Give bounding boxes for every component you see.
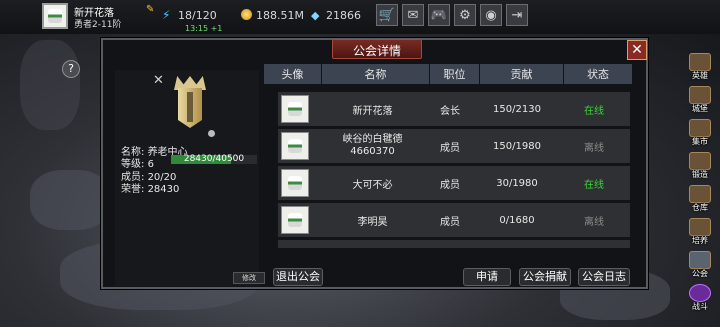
member-avatar[interactable] bbox=[281, 206, 309, 234]
table-row[interactable]: 新开花落 会长 150/2130 在线 bbox=[278, 92, 630, 126]
col-role: 职位 bbox=[430, 64, 480, 84]
player-rank: 勇者2-11阶 bbox=[74, 20, 122, 30]
side-label: 锻造 bbox=[692, 170, 708, 179]
shop-icon[interactable]: 🛒 bbox=[376, 4, 398, 26]
member-name: 新开花落 bbox=[352, 105, 393, 117]
member-role: 成员 bbox=[440, 179, 460, 191]
table-row[interactable]: 李明昊 成员 0/1680 离线 bbox=[278, 203, 630, 237]
guild-icon bbox=[689, 251, 711, 269]
col-contribution: 贡献 bbox=[480, 64, 564, 84]
guild-exp-bar: 28430/40500 bbox=[171, 154, 257, 164]
castle-icon bbox=[689, 86, 711, 104]
side-label: 集市 bbox=[692, 137, 708, 146]
gamepad-icon[interactable]: 🎮 bbox=[428, 4, 450, 26]
table-row[interactable]: 峡谷的白毽德 4660370 成员 150/1980 离线 bbox=[278, 129, 630, 163]
side-label: 英雄 bbox=[692, 71, 708, 80]
member-status: 离线 bbox=[584, 216, 604, 228]
side-btn-market[interactable]: 集市 bbox=[686, 118, 714, 148]
gold-coin-icon bbox=[241, 9, 252, 20]
energy-timer: 13:15 +1 bbox=[185, 24, 223, 33]
member-status: 在线 bbox=[584, 179, 604, 191]
member-table-header: 头像 名称 职位 贡献 状态 bbox=[264, 64, 632, 84]
battle-icon bbox=[689, 284, 711, 302]
side-btn-castle[interactable]: 城堡 bbox=[686, 85, 714, 115]
side-btn-warehouse[interactable]: 仓库 bbox=[686, 184, 714, 214]
member-role: 成员 bbox=[440, 216, 460, 228]
table-row[interactable]: 大可不必 成员 30/1980 在线 bbox=[278, 166, 630, 200]
side-label: 培养 bbox=[692, 236, 708, 245]
mail-icon[interactable]: ✉ bbox=[402, 4, 424, 26]
top-status-bar: 新开花落 勇者2-11阶 ✎ ⚡ 18/120 13:15 +1 188.51M… bbox=[0, 0, 720, 34]
member-role: 成员 bbox=[440, 142, 460, 154]
energy-icon: ⚡ bbox=[162, 8, 171, 22]
side-btn-forge[interactable]: 锻造 bbox=[686, 151, 714, 181]
guild-details-dialog: 公会详情 ✕ ✕ 名称: 养老中心 等级: 6 28430/40500 成员: … bbox=[101, 38, 648, 289]
member-name: 李明昊 bbox=[357, 216, 388, 228]
side-btn-train[interactable]: 培养 bbox=[686, 217, 714, 247]
gold-value: 188.51M bbox=[256, 9, 304, 22]
side-label: 公会 bbox=[692, 269, 708, 278]
gem-value: 21866 bbox=[326, 9, 361, 22]
guild-honor: 28430 bbox=[147, 184, 180, 195]
col-avatar: 头像 bbox=[264, 64, 322, 84]
donate-button[interactable]: 公会捐献 bbox=[519, 268, 571, 286]
dialog-title-banner: 公会详情 bbox=[332, 39, 422, 59]
col-name: 名称 bbox=[322, 64, 430, 84]
member-avatar[interactable] bbox=[281, 95, 309, 123]
guild-honor-row: 荣誉: 28430 bbox=[121, 180, 179, 195]
hero-icon bbox=[689, 53, 711, 71]
market-icon bbox=[689, 119, 711, 137]
member-contribution: 150/1980 bbox=[493, 140, 541, 152]
guild-log-button[interactable]: 公会日志 bbox=[578, 268, 630, 286]
side-btn-guild[interactable]: 公会 bbox=[686, 250, 714, 280]
member-role: 会长 bbox=[440, 105, 460, 117]
train-icon bbox=[689, 218, 711, 236]
energy-value: 18/120 bbox=[178, 9, 217, 22]
side-label: 城堡 bbox=[692, 104, 708, 113]
guild-info-card: ✕ 名称: 养老中心 等级: 6 28430/40500 成员: 20/20 荣… bbox=[115, 70, 265, 286]
leave-guild-button[interactable]: 退出公会 bbox=[273, 268, 323, 286]
member-name: 大可不必 bbox=[352, 179, 393, 191]
table-row-partial bbox=[278, 240, 630, 248]
guild-emblem-icon bbox=[170, 76, 215, 140]
member-contribution: 150/2130 bbox=[493, 103, 541, 115]
side-label: 战斗 bbox=[692, 302, 708, 311]
guild-honor-label: 荣誉: bbox=[121, 184, 145, 195]
member-contribution: 30/1980 bbox=[496, 177, 538, 189]
color-wheel-icon[interactable]: ◉ bbox=[480, 4, 502, 26]
member-name: 峡谷的白毽德 4660370 bbox=[342, 134, 403, 157]
guild-exp-text: 28430/40500 bbox=[183, 154, 245, 164]
member-avatar[interactable] bbox=[281, 132, 309, 160]
player-avatar[interactable] bbox=[42, 3, 68, 29]
warehouse-icon bbox=[689, 185, 711, 203]
help-icon[interactable]: ? bbox=[62, 60, 80, 78]
side-label: 仓库 bbox=[692, 203, 708, 212]
forge-icon bbox=[689, 152, 711, 170]
edit-icon[interactable]: ✎ bbox=[146, 4, 154, 15]
apply-button[interactable]: 申请 bbox=[463, 268, 511, 286]
gear-icon[interactable]: ⚙ bbox=[454, 4, 476, 26]
member-contribution: 0/1680 bbox=[499, 214, 535, 226]
exit-icon[interactable]: ⇥ bbox=[506, 4, 528, 26]
dialog-title: 公会详情 bbox=[352, 44, 401, 58]
member-status: 离线 bbox=[584, 142, 604, 154]
close-icon[interactable]: ✕ bbox=[627, 40, 647, 60]
side-btn-hero[interactable]: 英雄 bbox=[686, 52, 714, 82]
modify-button[interactable]: 修改 bbox=[233, 272, 265, 284]
col-status: 状态 bbox=[564, 64, 632, 84]
member-table-body[interactable]: 新开花落 会长 150/2130 在线 峡谷的白毽德 4660370 成员 15… bbox=[264, 88, 632, 248]
close-card-icon[interactable]: ✕ bbox=[153, 73, 164, 88]
side-btn-battle[interactable]: 战斗 bbox=[686, 283, 714, 313]
member-avatar[interactable] bbox=[281, 169, 309, 197]
member-status: 在线 bbox=[584, 105, 604, 117]
gem-icon: ◆ bbox=[311, 9, 320, 22]
